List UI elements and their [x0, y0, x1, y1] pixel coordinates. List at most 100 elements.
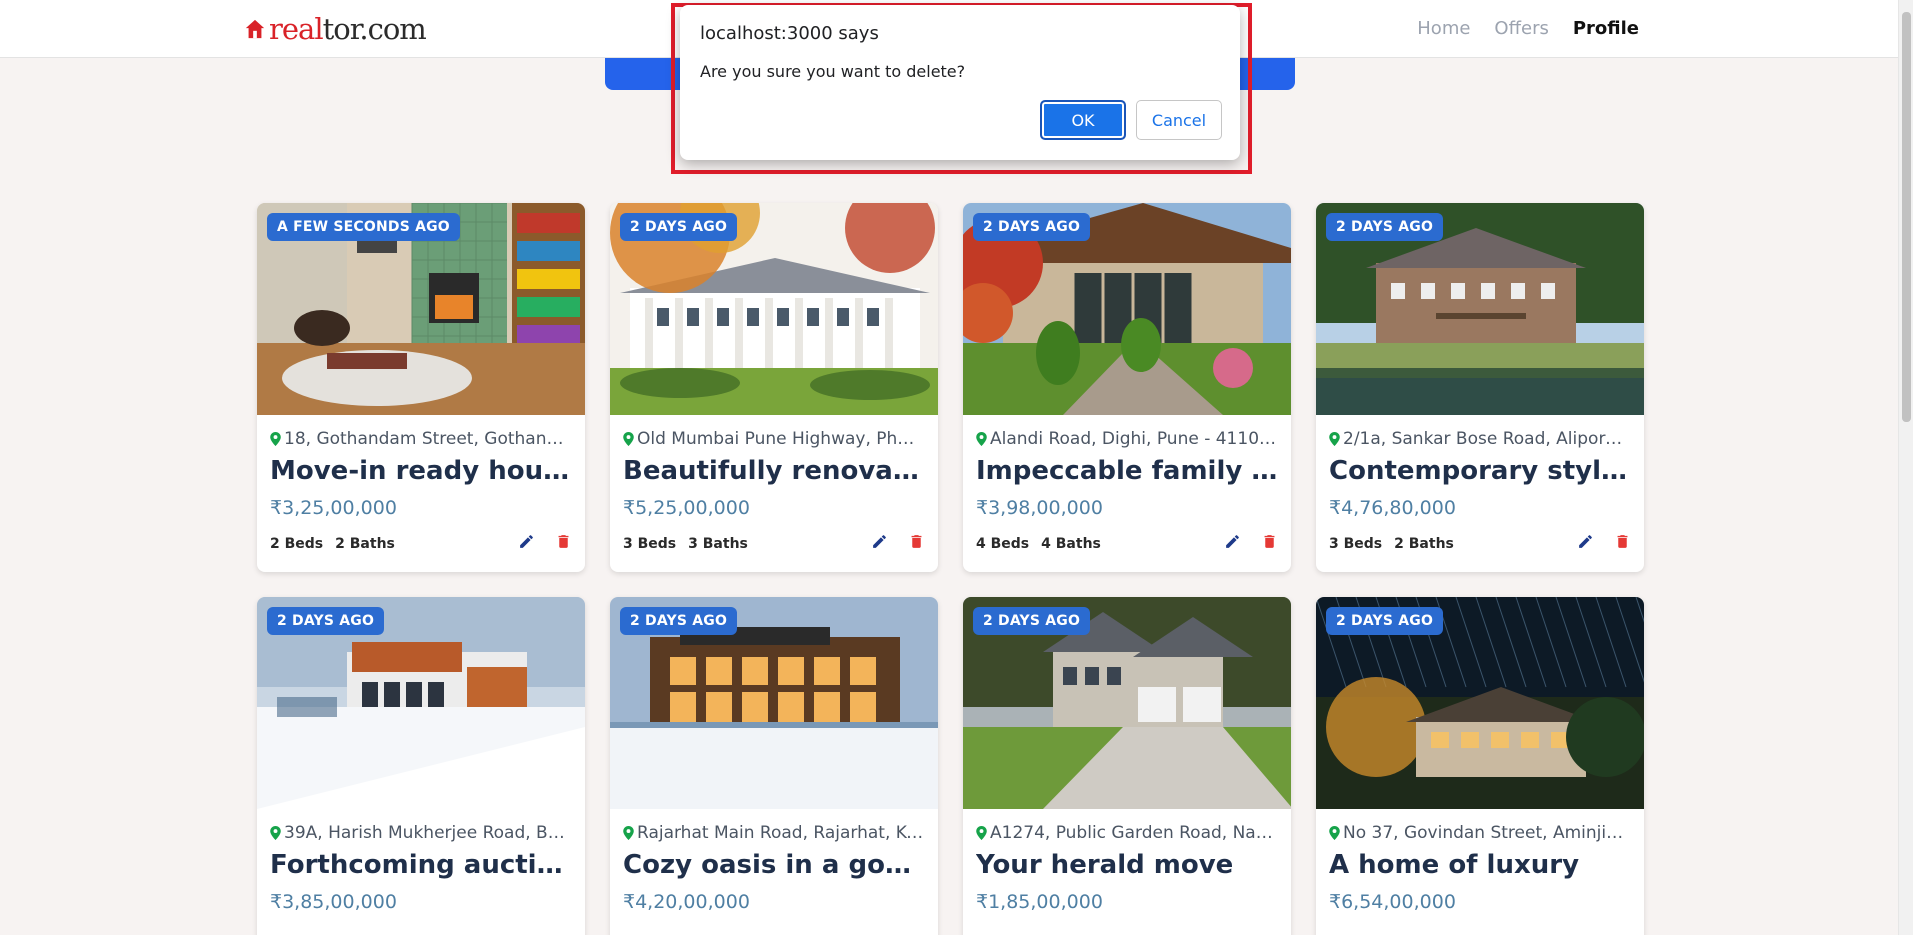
listing-baths: 4 Baths	[1041, 535, 1101, 552]
listing-card[interactable]: 2 days ago Old Mumbai Pune Highway, Phug…	[610, 203, 938, 572]
listing-title[interactable]: Your herald move	[976, 850, 1278, 880]
listing-meta: 3 Beds 3 Baths	[623, 533, 925, 554]
listing-image[interactable]: 2 days ago	[1316, 203, 1644, 415]
listing-address: 2/1a, Sankar Bose Road, Alipore, K...	[1329, 429, 1631, 449]
listing-price: ₹3,98,00,000	[976, 497, 1103, 519]
listing-actions	[1224, 533, 1278, 554]
listing-address: Alandi Road, Dighi, Pune - 411015	[976, 429, 1278, 449]
pencil-icon[interactable]	[1577, 533, 1594, 550]
listing-baths: 2 Baths	[335, 535, 395, 552]
listing-title[interactable]: Impeccable family home	[976, 456, 1278, 486]
trash-icon[interactable]	[1614, 533, 1631, 550]
trash-icon[interactable]	[1261, 533, 1278, 550]
listing-meta: 2 Beds 2 Baths	[270, 533, 572, 554]
house-icon	[245, 19, 265, 39]
pencil-icon[interactable]	[871, 533, 888, 550]
listing-age-badge: 2 days ago	[1326, 213, 1444, 241]
dialog-message: Are you sure you want to delete?	[700, 62, 966, 81]
delete-listing-button[interactable]	[555, 533, 572, 554]
edit-listing-button[interactable]	[1224, 533, 1241, 554]
confirm-dialog: localhost:3000 says Are you sure you wan…	[680, 5, 1240, 160]
trash-icon[interactable]	[555, 533, 572, 550]
listings-grid: A few seconds ago 18, Gothandam Street, …	[257, 203, 1644, 935]
listing-age-badge: 2 days ago	[620, 213, 738, 241]
listing-title[interactable]: Cozy oasis in a good loc...	[623, 850, 925, 880]
listing-image[interactable]: 2 days ago	[610, 597, 938, 809]
listing-price: ₹3,85,00,000	[270, 891, 397, 913]
pencil-icon[interactable]	[518, 533, 535, 550]
map-pin-icon	[1329, 826, 1340, 840]
main-nav: Home Offers Profile	[1417, 18, 1639, 39]
nav-profile[interactable]: Profile	[1573, 18, 1639, 39]
listing-card[interactable]: 2 days ago Alandi Road, Dighi, Pune - 41…	[963, 203, 1291, 572]
listing-image[interactable]: 2 days ago	[610, 203, 938, 415]
listing-title[interactable]: Beautifully renovated an...	[623, 456, 925, 486]
listing-beds: 2 Beds	[270, 535, 324, 552]
nav-offers[interactable]: Offers	[1494, 18, 1548, 39]
brand-name: realtor.com	[269, 12, 427, 46]
delete-listing-button[interactable]	[1614, 533, 1631, 554]
map-pin-icon	[976, 432, 987, 446]
listing-price: ₹5,25,00,000	[623, 497, 750, 519]
delete-listing-button[interactable]	[1261, 533, 1278, 554]
listing-card[interactable]: 2 days ago A1274, Public Garden Road, Na…	[963, 597, 1291, 935]
listing-actions	[518, 533, 572, 554]
listing-age-badge: 2 days ago	[267, 607, 385, 635]
listing-card[interactable]: 2 days ago No 37, Govindan Street, Aminj…	[1316, 597, 1644, 935]
brand-logo[interactable]: realtor.com	[244, 12, 427, 46]
listing-title[interactable]: Forthcoming auction	[270, 850, 572, 880]
listing-title[interactable]: Move-in ready house for...	[270, 456, 572, 486]
listing-address: No 37, Govindan Street, Aminjikar...	[1329, 823, 1631, 843]
listing-address: Old Mumbai Pune Highway, Phug...	[623, 429, 925, 449]
listing-beds: 3 Beds	[1329, 535, 1383, 552]
listing-title[interactable]: Contemporary style, co...	[1329, 456, 1631, 486]
listing-card[interactable]: 2 days ago 39A, Harish Mukherjee Road, B…	[257, 597, 585, 935]
map-pin-icon	[270, 432, 281, 446]
listing-age-badge: 2 days ago	[620, 607, 738, 635]
listing-price: ₹1,85,00,000	[976, 891, 1103, 913]
listing-image[interactable]: 2 days ago	[963, 597, 1291, 809]
page-scrollbar[interactable]	[1898, 0, 1913, 935]
edit-listing-button[interactable]	[1577, 533, 1594, 554]
listing-card[interactable]: 2 days ago 2/1a, Sankar Bose Road, Alipo…	[1316, 203, 1644, 572]
listing-age-badge: 2 days ago	[973, 607, 1091, 635]
scrollbar-thumb[interactable]	[1902, 12, 1911, 422]
edit-listing-button[interactable]	[871, 533, 888, 554]
map-pin-icon	[976, 826, 987, 840]
listing-image[interactable]: 2 days ago	[1316, 597, 1644, 809]
listing-actions	[1577, 533, 1631, 554]
listing-image[interactable]: A few seconds ago	[257, 203, 585, 415]
edit-listing-button[interactable]	[518, 533, 535, 554]
trash-icon[interactable]	[908, 533, 925, 550]
listing-address: A1274, Public Garden Road, Namp...	[976, 823, 1278, 843]
listing-beds: 3 Beds	[623, 535, 677, 552]
pencil-icon[interactable]	[1224, 533, 1241, 550]
listing-price: ₹3,25,00,000	[270, 497, 397, 519]
listing-age-badge: A few seconds ago	[267, 213, 460, 241]
listing-age-badge: 2 days ago	[973, 213, 1091, 241]
map-pin-icon	[623, 826, 634, 840]
ok-button[interactable]: OK	[1040, 100, 1126, 140]
listing-image[interactable]: 2 days ago	[257, 597, 585, 809]
listing-beds: 4 Beds	[976, 535, 1030, 552]
listing-price: ₹4,76,80,000	[1329, 497, 1456, 519]
map-pin-icon	[270, 826, 281, 840]
listing-meta: 4 Beds 4 Baths	[976, 533, 1278, 554]
map-pin-icon	[623, 432, 634, 446]
listing-image[interactable]: 2 days ago	[963, 203, 1291, 415]
listing-meta: 3 Beds 2 Baths	[1329, 533, 1631, 554]
delete-listing-button[interactable]	[908, 533, 925, 554]
cancel-button[interactable]: Cancel	[1136, 100, 1222, 140]
listing-baths: 3 Baths	[688, 535, 748, 552]
listing-address: 18, Gothandam Street, Gothandam...	[270, 429, 572, 449]
listing-card[interactable]: A few seconds ago 18, Gothandam Street, …	[257, 203, 585, 572]
nav-home[interactable]: Home	[1417, 18, 1470, 39]
listing-address: 39A, Harish Mukherjee Road, Bha...	[270, 823, 572, 843]
listing-card[interactable]: 2 days ago Rajarhat Main Road, Rajarhat,…	[610, 597, 938, 935]
listing-title[interactable]: A home of luxury	[1329, 850, 1631, 880]
map-pin-icon	[1329, 432, 1340, 446]
listing-baths: 2 Baths	[1394, 535, 1454, 552]
listing-actions	[871, 533, 925, 554]
listing-address: Rajarhat Main Road, Rajarhat, Kol...	[623, 823, 925, 843]
listing-price: ₹6,54,00,000	[1329, 891, 1456, 913]
